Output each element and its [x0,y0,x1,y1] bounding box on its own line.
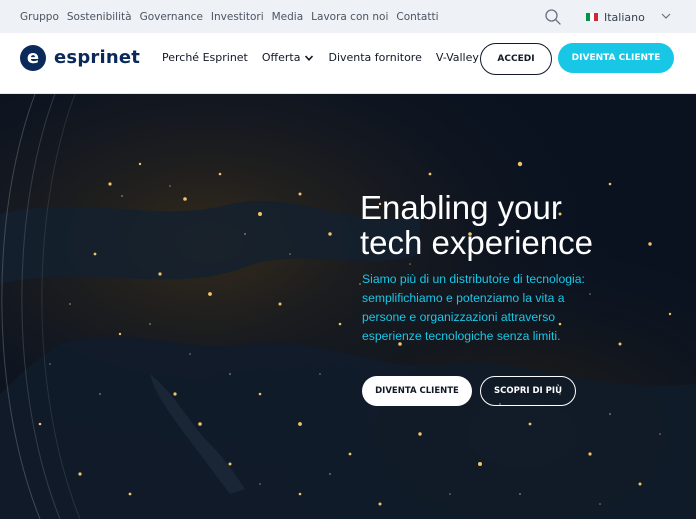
logo-letter: e [26,47,40,68]
logo-text: esprinet [54,46,141,68]
login-button[interactable]: ACCEDI [480,43,552,75]
hero-section: Enabling your tech experience Siamo più … [0,94,696,519]
hero-discover-more-button[interactable]: SCOPRI DI PIÙ [480,376,576,406]
top-link-investitori[interactable]: Investitori [211,11,264,23]
hero-become-client-button[interactable]: DIVENTA CLIENTE [362,376,472,406]
top-link-gruppo[interactable]: Gruppo [20,11,59,23]
top-link-lavora-con-noi[interactable]: Lavora con noi [311,11,388,23]
nav-item-label: Perché Esprinet [162,51,248,64]
hero-subtitle: Siamo più di un distributore di tecnolog… [362,270,682,346]
main-nav: Perché Esprinet Offerta Diventa fornitor… [162,51,479,64]
language-selector[interactable]: Italiano [586,8,645,26]
nav-item-diventa-fornitore[interactable]: Diventa fornitore [328,51,421,64]
main-navbar: e esprinet Perché Esprinet Offerta Diven… [0,33,696,94]
search-icon[interactable] [544,8,562,26]
esprinet-logo[interactable]: e esprinet [20,45,140,71]
hero-subtitle-line-4: esperienze tecnologiche senza limiti. [362,329,561,343]
hero-subtitle-line-2: semplifichiamo e potenziamo la vita a [362,291,565,305]
nav-item-v-valley[interactable]: V-Valley [436,51,479,64]
italy-flag-icon [586,13,598,21]
top-utility-bar: Gruppo Sostenibilità Governance Investit… [0,0,696,33]
logo-mark-icon: e [20,45,46,71]
hero-title: Enabling your tech experience [360,190,680,260]
top-link-sostenibilita[interactable]: Sostenibilità [67,11,132,23]
chevron-down-icon [305,54,314,61]
nav-item-label: Offerta [261,51,301,64]
nav-item-label: V-Valley [435,51,479,64]
top-link-governance[interactable]: Governance [140,11,203,23]
top-links: Gruppo Sostenibilità Governance Investit… [20,0,439,33]
top-link-contatti[interactable]: Contatti [396,11,438,23]
top-link-media[interactable]: Media [272,11,304,23]
hero-subtitle-line-1: Siamo più di un distributore di tecnolog… [362,272,585,286]
become-client-button[interactable]: DIVENTA CLIENTE [558,43,674,73]
nav-item-perche-esprinet[interactable]: Perché Esprinet [162,51,248,64]
nav-item-offerta[interactable]: Offerta [262,51,315,64]
hero-title-line-1: Enabling your [360,189,562,226]
chevron-down-icon[interactable] [660,10,672,22]
hero-title-line-2: tech experience [360,224,593,261]
language-label: Italiano [604,10,645,24]
nav-item-label: Diventa fornitore [328,51,422,64]
hero-subtitle-line-3: persone e organizzazioni attraverso [362,310,556,324]
